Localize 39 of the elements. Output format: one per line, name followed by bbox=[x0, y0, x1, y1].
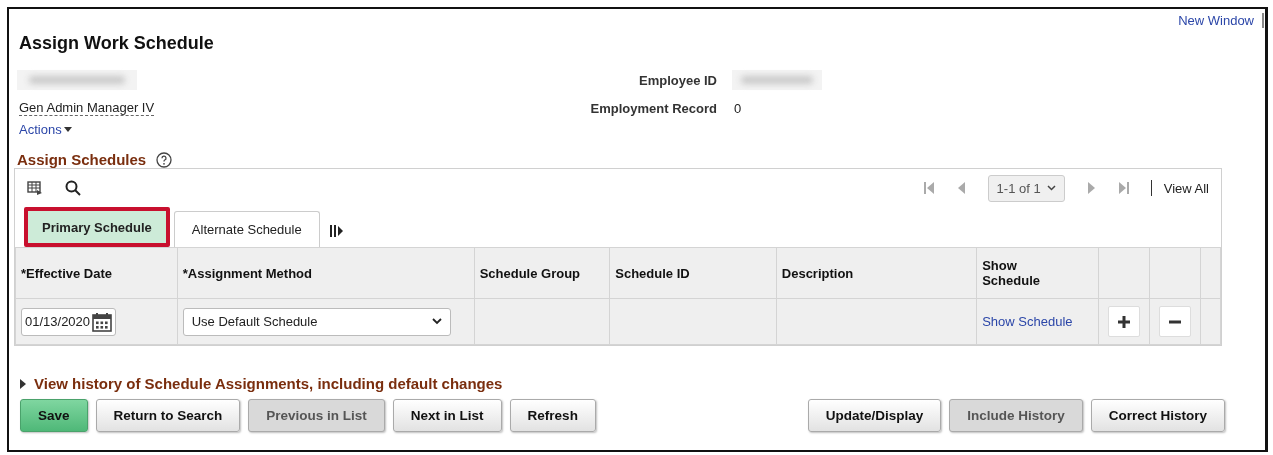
column-header: Description bbox=[776, 247, 977, 299]
column-header: Schedule ID bbox=[609, 247, 777, 299]
help-icon[interactable] bbox=[156, 151, 173, 168]
grid-settings-icon[interactable] bbox=[27, 181, 43, 195]
tab[interactable]: Primary Schedule bbox=[24, 207, 170, 247]
action-button[interactable]: Correct History bbox=[1090, 399, 1225, 432]
column-header: *Effective Date bbox=[15, 247, 178, 299]
search-icon[interactable] bbox=[65, 180, 81, 196]
actions-menu[interactable]: Actions bbox=[19, 122, 72, 137]
history-link[interactable]: View history of Schedule Assignments, including default changes bbox=[34, 375, 503, 392]
action-button[interactable]: Return to Search bbox=[95, 399, 241, 432]
assignment-method-select[interactable]: Use Default Schedule bbox=[182, 307, 451, 336]
page-title: Assign Work Schedule bbox=[19, 33, 215, 54]
delete-row-button[interactable] bbox=[1159, 306, 1191, 337]
job-title: Gen Admin Manager IV bbox=[19, 100, 155, 116]
action-button[interactable]: Save bbox=[20, 399, 88, 432]
page-select[interactable]: 1-1 of 1 bbox=[987, 174, 1065, 202]
add-row-button[interactable] bbox=[1108, 306, 1141, 337]
new-window-link[interactable]: New Window bbox=[1178, 13, 1264, 28]
column-header: Show Schedule bbox=[976, 247, 1099, 299]
action-button[interactable]: Next in List bbox=[392, 399, 502, 432]
action-button[interactable]: Refresh bbox=[509, 399, 596, 432]
column-header: *Assignment Method bbox=[177, 247, 475, 299]
action-button[interactable]: Update/Display bbox=[807, 399, 942, 432]
chevron-down-icon bbox=[431, 318, 442, 325]
caret-icon bbox=[63, 127, 72, 132]
field-label: Employee ID bbox=[637, 72, 717, 88]
field-value: 0 bbox=[734, 100, 743, 116]
show-all-columns-icon[interactable] bbox=[329, 225, 344, 237]
view-all-link[interactable]: View All bbox=[1163, 180, 1209, 196]
date-field[interactable]: 01/13/2020 bbox=[21, 307, 117, 336]
field-label: Employment Record bbox=[589, 100, 717, 116]
tab[interactable]: Alternate Schedule bbox=[173, 211, 320, 247]
chevron-down-icon bbox=[1046, 185, 1056, 191]
expand-arrow-icon[interactable] bbox=[20, 378, 26, 389]
column-header: Schedule Group bbox=[474, 247, 610, 299]
section-title: Assign Schedules bbox=[17, 151, 147, 168]
calendar-icon[interactable] bbox=[92, 311, 113, 332]
plus-icon bbox=[1117, 314, 1132, 329]
